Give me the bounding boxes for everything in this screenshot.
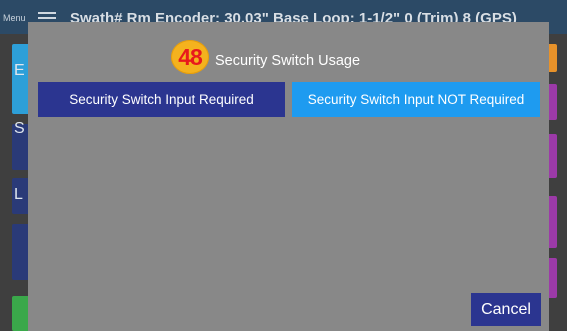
security-switch-dialog: 48 Security Switch Usage Security Switch… [28, 22, 549, 331]
cancel-label: Cancel [481, 300, 531, 318]
dialog-title: Security Switch Usage [215, 53, 361, 69]
menu-label: Menu [3, 13, 26, 23]
security-switch-required-button[interactable]: Security Switch Input Required [38, 82, 285, 117]
side-letter-s: S [14, 120, 25, 137]
security-switch-required-label: Security Switch Input Required [69, 92, 254, 107]
side-letter-e: E [14, 62, 25, 79]
app-window: Menu Swath# Rm Encoder: 30.03" Base Loop… [0, 0, 567, 331]
side-letter-l: L [14, 186, 23, 203]
security-switch-not-required-button[interactable]: Security Switch Input NOT Required [292, 82, 540, 117]
step-number-badge: 48 [171, 40, 209, 74]
security-switch-not-required-label: Security Switch Input NOT Required [307, 92, 525, 107]
cancel-button[interactable]: Cancel [471, 293, 541, 326]
